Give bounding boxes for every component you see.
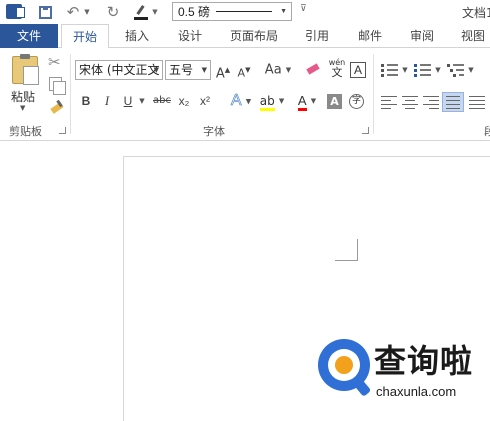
tab-design[interactable]: 设计 — [172, 24, 208, 48]
line-sample — [216, 11, 273, 12]
chevron-down-icon: ▼ — [245, 97, 252, 106]
highlight-button[interactable]: ab ▼ — [259, 91, 285, 111]
chevron-down-icon: ▼ — [201, 66, 207, 74]
font-name-select[interactable]: 宋体 (中文正文 ▼ — [75, 60, 163, 80]
font-name-value: 宋体 (中文正文 — [79, 63, 160, 77]
subscript-button[interactable]: x₂ — [176, 91, 192, 111]
chevron-down-icon: ▼ — [402, 66, 408, 74]
chevron-down-icon: ▼ — [153, 66, 159, 74]
align-center-icon[interactable] — [402, 95, 418, 109]
bold-button[interactable]: B — [79, 91, 93, 111]
numbering-icon[interactable] — [414, 63, 432, 78]
distributed-icon[interactable] — [469, 95, 485, 109]
align-left-icon[interactable] — [381, 95, 397, 109]
cut-icon[interactable]: ✂ — [48, 54, 61, 70]
chevron-down-icon: ▼ — [285, 66, 292, 74]
phonetic-guide-button[interactable]: wén 文 — [328, 59, 346, 79]
change-case-label: Aa — [264, 62, 282, 78]
character-border-button[interactable]: A — [350, 62, 366, 78]
justify-button[interactable] — [442, 92, 464, 112]
chevron-down-icon: ▼ — [468, 66, 474, 74]
italic-button[interactable]: I — [100, 91, 114, 111]
underline-dropdown[interactable]: ▼ — [137, 91, 147, 111]
undo-icon: ↶ — [66, 3, 80, 21]
chevron-down-icon: ▼ — [84, 8, 90, 16]
character-shading-button[interactable]: A — [327, 94, 342, 109]
ribbon-home: 粘贴 ▼ ✂ 剪贴板 宋体 (中文正文 ▼ 五号 ▼ A▲ A▼ Aa ▼ wé… — [0, 48, 490, 141]
grow-font-label: A — [215, 66, 225, 82]
group-label-font: 字体 — [203, 125, 225, 138]
undo-dropdown[interactable]: ▼ — [82, 2, 92, 22]
paste-icon[interactable] — [12, 54, 39, 85]
group-divider — [373, 54, 374, 134]
tab-mailings[interactable]: 邮件 — [352, 24, 388, 48]
shrink-font-label: A — [237, 66, 246, 80]
clipboard-launcher-icon[interactable] — [59, 127, 66, 134]
grow-font-button[interactable]: A▲ — [215, 60, 231, 82]
redo-button[interactable]: ↻ — [104, 2, 122, 22]
enclose-characters-button[interactable]: 字 — [349, 94, 364, 109]
brand-name-cn: 查询啦 — [374, 342, 474, 380]
font-color-button[interactable]: A ▼ — [293, 91, 321, 111]
clear-formatting-icon[interactable] — [306, 64, 320, 76]
tab-page-layout[interactable]: 页面布局 — [224, 24, 284, 48]
bullets-icon[interactable] — [381, 63, 399, 78]
align-right-icon[interactable] — [423, 95, 439, 109]
tab-view[interactable]: 视图 — [455, 24, 490, 48]
tab-references[interactable]: 引用 — [299, 24, 335, 48]
group-divider — [70, 54, 71, 134]
margin-corner-mark — [335, 239, 358, 261]
chevron-down-icon: ▼ — [152, 8, 158, 16]
numbering-dropdown[interactable]: ▼ — [434, 60, 442, 80]
group-label-clipboard: 剪贴板 — [9, 125, 42, 138]
phonetic-guide-char: 文 — [331, 66, 343, 79]
customize-qat-button[interactable]: ⊽ — [300, 4, 307, 14]
tab-home[interactable]: 开始 — [61, 24, 109, 49]
line-weight-value: 0.5 磅 — [178, 5, 211, 19]
multilevel-list-icon[interactable] — [447, 63, 465, 78]
text-effects-label: A — [230, 92, 242, 110]
chevron-down-icon[interactable]: ▼ — [20, 104, 25, 112]
watermark: 查询啦 chaxunla.com — [318, 336, 490, 421]
brand-url: chaxunla.com — [376, 384, 457, 399]
word-logo-icon[interactable] — [6, 4, 25, 19]
font-size-select[interactable]: 五号 ▼ — [165, 60, 211, 80]
underline-button[interactable]: U — [121, 91, 135, 111]
strikethrough-button[interactable]: abc — [152, 91, 172, 111]
redo-icon: ↻ — [106, 3, 120, 21]
chevron-down-icon: ▼ — [310, 97, 317, 105]
copy-icon[interactable] — [49, 77, 66, 95]
tab-insert[interactable]: 插入 — [117, 24, 157, 48]
superscript-button[interactable]: x² — [197, 91, 213, 111]
tab-review[interactable]: 审阅 — [404, 24, 440, 48]
font-launcher-icon[interactable] — [362, 127, 369, 134]
bullets-dropdown[interactable]: ▼ — [401, 60, 409, 80]
window-title: 文档1 — [462, 6, 490, 20]
pen-color-dropdown[interactable]: ▼ — [150, 2, 160, 22]
font-color-label: A — [297, 92, 307, 111]
quick-access-toolbar: ↶ ▼ ↻ ▼ 0.5 磅 ▼ ⊽ 文档1 — [0, 0, 490, 24]
chevron-down-icon: ▼ — [435, 66, 441, 74]
save-icon — [38, 5, 52, 19]
highlight-label: ab — [259, 93, 275, 111]
pen-color-button[interactable] — [132, 2, 150, 22]
font-size-value: 五号 — [169, 63, 194, 77]
brand-logo-tail — [350, 375, 372, 397]
paste-button-label[interactable]: 粘贴 — [11, 88, 35, 105]
line-weight-select[interactable]: 0.5 磅 ▼ — [172, 2, 292, 21]
save-button[interactable] — [36, 2, 54, 22]
tab-file[interactable]: 文件 — [0, 24, 58, 48]
undo-button[interactable]: ↶ — [64, 2, 82, 22]
chevron-down-icon: ▼ — [280, 8, 287, 15]
pen-icon — [134, 5, 148, 20]
format-painter-icon[interactable] — [49, 99, 65, 115]
chevron-down-icon: ▼ — [278, 97, 285, 105]
shrink-font-button[interactable]: A▼ — [236, 60, 252, 80]
group-label-paragraph: 段 — [484, 125, 490, 138]
text-effects-button[interactable]: A ▼ — [227, 91, 255, 111]
change-case-button[interactable]: Aa ▼ — [262, 60, 294, 80]
chevron-down-icon: ▼ — [139, 97, 145, 105]
multilevel-dropdown[interactable]: ▼ — [467, 60, 475, 80]
ribbon-tabs: 文件 开始 插入 设计 页面布局 引用 邮件 审阅 视图 — [0, 24, 490, 49]
